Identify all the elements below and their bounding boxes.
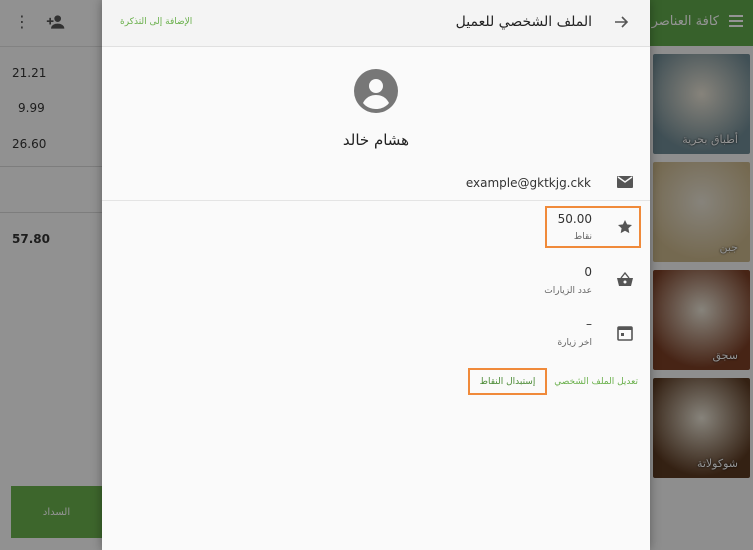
last-visit-value: – — [586, 317, 592, 331]
account-circle-icon — [354, 69, 398, 113]
redeem-points-button[interactable]: إستبدال النقاط — [468, 368, 547, 395]
sheet-title: الملف الشخصي للعميل — [455, 14, 592, 30]
email-row: example@gktkjg.ckk — [102, 164, 650, 201]
points-value: 50.00 — [557, 212, 592, 226]
last-visit-label: اخر زيارة — [557, 338, 592, 348]
edit-profile-link[interactable]: تعديل الملف الشخصي — [554, 377, 638, 387]
visits-value: 0 — [584, 265, 592, 279]
customer-email: example@gktkjg.ckk — [465, 176, 591, 190]
add-to-ticket-link[interactable]: الإضافة إلى التذكرة — [120, 17, 192, 27]
sheet-header: الملف الشخصي للعميل الإضافة إلى التذكرة — [102, 0, 650, 47]
arrow-forward-icon[interactable] — [614, 14, 630, 30]
customer-profile-sheet: الملف الشخصي للعميل الإضافة إلى التذكرة … — [102, 0, 650, 550]
basket-icon — [617, 272, 633, 286]
star-icon — [618, 220, 632, 234]
visits-label: عدد الزيارات — [544, 286, 592, 296]
customer-name: هشام خالد — [342, 131, 410, 149]
email-icon — [617, 176, 633, 188]
calendar-icon — [617, 326, 633, 341]
points-label: نقاط — [573, 232, 592, 242]
